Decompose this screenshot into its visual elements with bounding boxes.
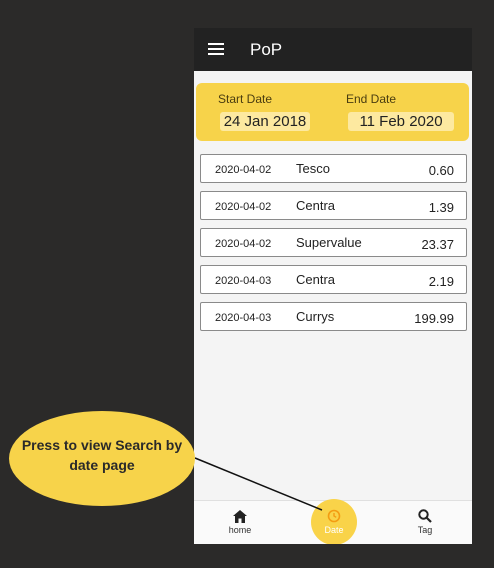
instruction-callout: Press to view Search by date page bbox=[9, 411, 195, 506]
callout-text: Press to view Search by date page bbox=[9, 435, 195, 475]
callout-line-2: date page bbox=[69, 457, 135, 473]
callout-line-1: Press to view Search by bbox=[21, 437, 183, 453]
